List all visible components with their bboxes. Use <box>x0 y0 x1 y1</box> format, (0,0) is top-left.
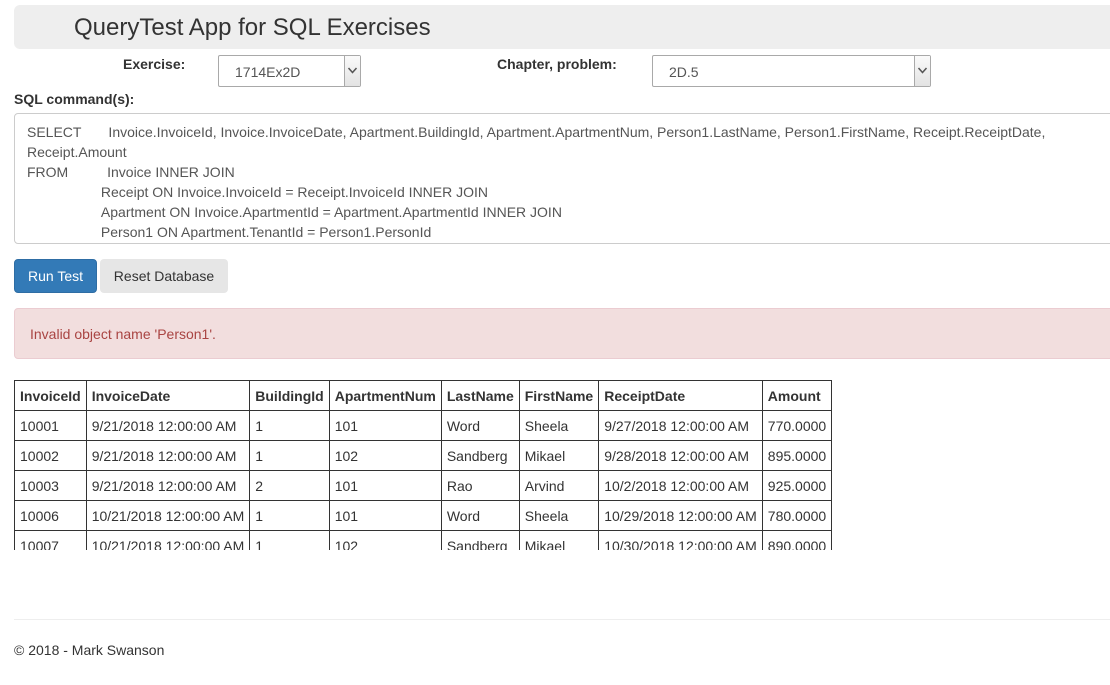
table-cell: Sandberg <box>440 440 520 471</box>
table-cell: 102 <box>328 530 442 550</box>
error-alert: Invalid object name 'Person1'. <box>14 308 1110 359</box>
chapter-label: Chapter, problem: <box>497 56 617 72</box>
table-row: 10001 9/21/2018 12:00:00 AM 1 101 Word S… <box>14 410 833 441</box>
table-cell: 770.0000 <box>761 410 833 441</box>
table-cell: Sandberg <box>440 530 520 550</box>
column-header: ReceiptDate <box>598 380 763 411</box>
column-header: BuildingId <box>249 380 330 411</box>
table-cell: 9/28/2018 12:00:00 AM <box>598 440 763 471</box>
table-cell: 10007 <box>14 530 87 550</box>
chevron-down-icon[interactable] <box>914 56 930 86</box>
column-header: InvoiceId <box>14 380 87 411</box>
table-cell: Arvind <box>518 470 600 501</box>
table-cell: 10001 <box>14 410 87 441</box>
table-cell: 9/21/2018 12:00:00 AM <box>85 470 251 501</box>
run-test-button[interactable]: Run Test <box>14 259 97 293</box>
exercise-select-value: 1714Ex2D <box>235 64 301 80</box>
sql-label: SQL command(s): <box>14 91 135 107</box>
table-cell: 895.0000 <box>761 440 833 471</box>
results-table-container[interactable]: InvoiceId InvoiceDate BuildingId Apartme… <box>14 380 833 550</box>
table-row: 10007 10/21/2018 12:00:00 AM 1 102 Sandb… <box>14 530 833 550</box>
table-cell: Mikael <box>518 440 600 471</box>
chevron-down-icon[interactable] <box>344 56 360 86</box>
header-banner: QueryTest App for SQL Exercises <box>14 5 1110 49</box>
chapter-select-value: 2D.5 <box>669 64 699 80</box>
results-table: InvoiceId InvoiceDate BuildingId Apartme… <box>14 380 833 550</box>
table-cell: Mikael <box>518 530 600 550</box>
table-row: 10002 9/21/2018 12:00:00 AM 1 102 Sandbe… <box>14 440 833 471</box>
column-header: Amount <box>761 380 833 411</box>
table-cell: 2 <box>249 470 330 501</box>
table-cell: 9/21/2018 12:00:00 AM <box>85 410 251 441</box>
table-cell: 1 <box>249 410 330 441</box>
sql-textarea[interactable]: SELECT Invoice.InvoiceId, Invoice.Invoic… <box>14 113 1110 244</box>
table-cell: 9/27/2018 12:00:00 AM <box>598 410 763 441</box>
table-cell: 102 <box>328 440 442 471</box>
table-cell: Word <box>440 410 520 441</box>
column-header: FirstName <box>518 380 600 411</box>
table-cell: 1 <box>249 500 330 531</box>
exercise-select[interactable]: 1714Ex2D <box>218 55 361 87</box>
table-cell: 10/21/2018 12:00:00 AM <box>85 530 251 550</box>
table-cell: 10002 <box>14 440 87 471</box>
table-cell: Word <box>440 500 520 531</box>
table-cell: 10006 <box>14 500 87 531</box>
table-cell: 10/2/2018 12:00:00 AM <box>598 470 763 501</box>
table-cell: 1 <box>249 440 330 471</box>
column-header: LastName <box>440 380 520 411</box>
table-row: 10006 10/21/2018 12:00:00 AM 1 101 Word … <box>14 500 833 531</box>
table-cell: 890.0000 <box>761 530 833 550</box>
app-title: QueryTest App for SQL Exercises <box>74 14 431 41</box>
table-cell: 9/21/2018 12:00:00 AM <box>85 440 251 471</box>
table-cell: 10003 <box>14 470 87 501</box>
table-cell: 10/29/2018 12:00:00 AM <box>598 500 763 531</box>
footer-divider <box>14 619 1110 620</box>
column-header: InvoiceDate <box>85 380 251 411</box>
table-cell: Sheela <box>518 500 600 531</box>
table-cell: 10/21/2018 12:00:00 AM <box>85 500 251 531</box>
table-row: 10003 9/21/2018 12:00:00 AM 2 101 Rao Ar… <box>14 470 833 501</box>
table-cell: Sheela <box>518 410 600 441</box>
table-cell: 101 <box>328 470 442 501</box>
table-cell: Rao <box>440 470 520 501</box>
table-cell: 1 <box>249 530 330 550</box>
column-header: ApartmentNum <box>328 380 442 411</box>
reset-database-button[interactable]: Reset Database <box>100 259 228 293</box>
chapter-select[interactable]: 2D.5 <box>652 55 931 87</box>
table-cell: 101 <box>328 500 442 531</box>
table-cell: 925.0000 <box>761 470 833 501</box>
page: QueryTest App for SQL Exercises Exercise… <box>0 0 1110 685</box>
table-header-row: InvoiceId InvoiceDate BuildingId Apartme… <box>14 380 833 411</box>
footer-copyright: © 2018 - Mark Swanson <box>14 642 165 658</box>
table-cell: 10/30/2018 12:00:00 AM <box>598 530 763 550</box>
table-cell: 780.0000 <box>761 500 833 531</box>
exercise-label: Exercise: <box>123 56 186 72</box>
table-cell: 101 <box>328 410 442 441</box>
